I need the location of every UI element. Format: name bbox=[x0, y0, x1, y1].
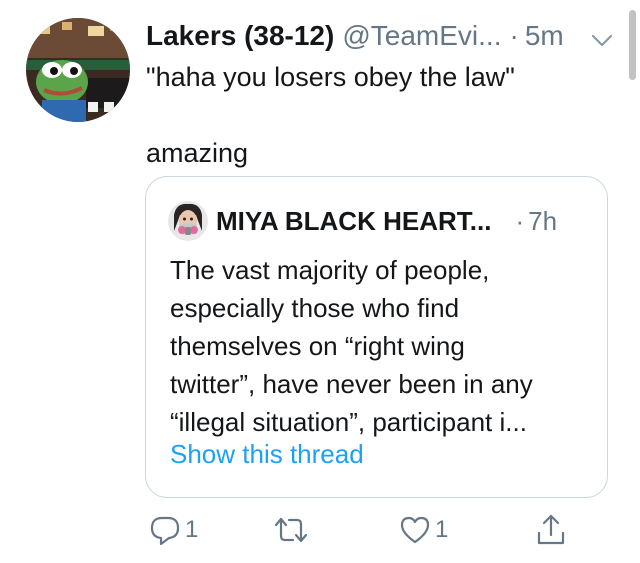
quoted-tweet-card[interactable]: MIYA BLACK HEART... · 7h The vast majori… bbox=[145, 176, 608, 498]
tweet-header: Lakers (38-12) @TeamEvi... · 5m bbox=[146, 16, 616, 56]
author-handle[interactable]: @TeamEvi... bbox=[342, 20, 501, 52]
quoted-text-line: “illegal situation”, participant i... bbox=[170, 407, 527, 437]
tweet-text-line: amazing bbox=[146, 138, 249, 168]
quoted-text-line: The vast majority of people, bbox=[170, 255, 490, 285]
quoted-tweet-header: MIYA BLACK HEART... · 7h bbox=[168, 201, 588, 241]
chevron-down-icon[interactable] bbox=[590, 26, 614, 47]
quoted-tweet-text: The vast majority of people, especially … bbox=[170, 251, 595, 441]
separator-dot: · bbox=[515, 205, 525, 236]
tweet-text-line: "haha you losers obey the law" bbox=[146, 62, 515, 92]
gas-mask-avatar-icon bbox=[168, 201, 208, 241]
tweet-action-bar: 1 1 bbox=[145, 510, 615, 550]
tweet-text: "haha you losers obey the law" amazing bbox=[146, 58, 616, 172]
tweet-timestamp[interactable]: 5m bbox=[525, 20, 564, 52]
retweet-icon bbox=[274, 517, 308, 543]
reply-count: 1 bbox=[185, 516, 199, 543]
quoted-tweet-timestamp[interactable]: 7h bbox=[528, 206, 557, 237]
quoted-author-avatar[interactable] bbox=[168, 201, 208, 241]
like-count: 1 bbox=[435, 516, 449, 543]
like-button[interactable]: 1 bbox=[399, 510, 448, 550]
reply-icon bbox=[150, 516, 180, 546]
retweet-button[interactable] bbox=[273, 510, 313, 550]
show-thread-link[interactable]: Show this thread bbox=[170, 439, 364, 470]
quoted-text-line: especially those who find bbox=[170, 293, 460, 323]
share-button[interactable] bbox=[535, 510, 567, 550]
quoted-text-line: themselves on “right wing bbox=[170, 331, 465, 361]
separator-dot: · bbox=[509, 20, 519, 51]
quoted-text-line: twitter”, have never been in any bbox=[170, 369, 533, 399]
pepe-frog-avatar-icon bbox=[26, 18, 130, 122]
share-icon bbox=[537, 514, 565, 545]
heart-icon bbox=[400, 516, 430, 544]
tweet-author-avatar[interactable] bbox=[26, 18, 130, 122]
quoted-author-display-name[interactable]: MIYA BLACK HEART... bbox=[216, 206, 491, 237]
author-display-name[interactable]: Lakers (38-12) bbox=[146, 20, 334, 52]
scrollbar[interactable] bbox=[629, 10, 636, 80]
reply-button[interactable]: 1 bbox=[149, 510, 198, 550]
